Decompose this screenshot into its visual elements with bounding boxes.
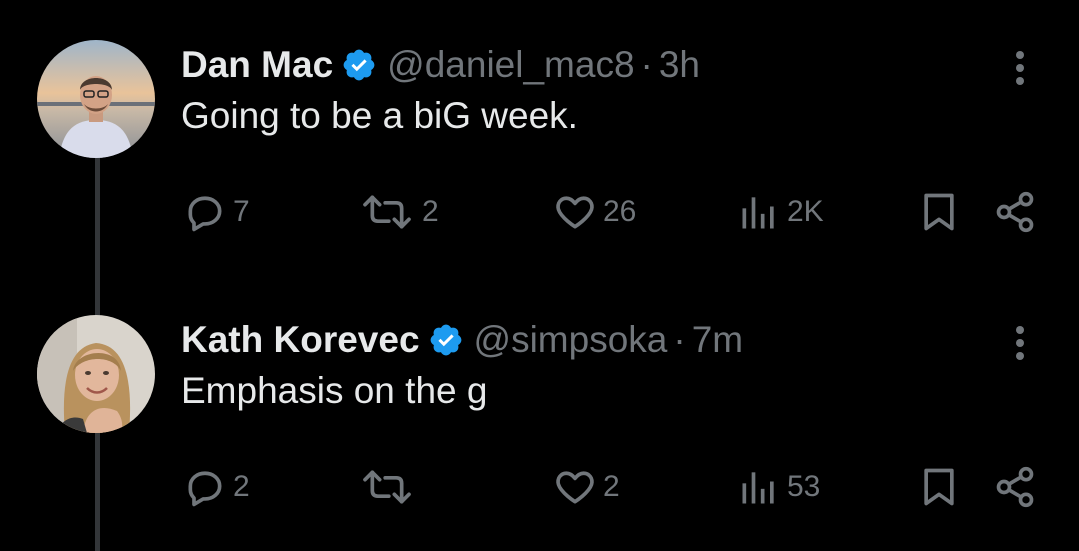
reply-icon <box>183 190 227 234</box>
verified-badge-icon <box>341 47 377 83</box>
views-icon <box>737 465 781 509</box>
like-count: 2 <box>603 470 620 503</box>
timestamp[interactable]: 7m <box>692 319 743 361</box>
bookmark-icon <box>917 465 961 509</box>
share-icon <box>993 190 1037 234</box>
repost-icon <box>358 465 416 509</box>
verified-badge-icon <box>428 322 464 358</box>
reply-count: 7 <box>233 195 250 228</box>
tweet-header: Dan Mac @daniel_mac8 · 3h <box>181 40 700 90</box>
bookmark-icon <box>917 190 961 234</box>
like-count: 26 <box>603 195 637 228</box>
action-bar: 7 2 26 2K <box>0 190 1079 240</box>
avatar[interactable] <box>37 40 155 158</box>
repost-button[interactable] <box>358 465 422 509</box>
reply-icon <box>183 465 227 509</box>
author-name[interactable]: Kath Korevec <box>181 319 420 361</box>
views-icon <box>737 190 781 234</box>
share-button[interactable] <box>993 190 1037 234</box>
views-button[interactable]: 2K <box>737 190 824 234</box>
separator-dot: · <box>673 319 686 360</box>
more-vertical-icon[interactable] <box>1008 48 1032 88</box>
like-icon <box>553 190 597 234</box>
reply-button[interactable]: 2 <box>183 465 250 509</box>
action-bar: 2 2 53 <box>0 465 1079 515</box>
view-count: 2K <box>787 195 824 228</box>
tweet-text: Emphasis on the g <box>181 370 488 411</box>
author-handle[interactable]: @simpsoka <box>474 319 668 361</box>
tweet-header: Kath Korevec @simpsoka · 7m <box>181 315 743 365</box>
repost-count: 2 <box>422 195 439 228</box>
avatar[interactable] <box>37 315 155 433</box>
repost-icon <box>358 190 416 234</box>
timestamp[interactable]: 3h <box>659 44 700 86</box>
bookmark-button[interactable] <box>917 465 961 509</box>
repost-button[interactable]: 2 <box>358 190 439 234</box>
reply-button[interactable]: 7 <box>183 190 250 234</box>
like-icon <box>553 465 597 509</box>
reply-count: 2 <box>233 470 250 503</box>
like-button[interactable]: 2 <box>553 465 620 509</box>
view-count: 53 <box>787 470 821 503</box>
author-handle[interactable]: @daniel_mac8 <box>387 44 634 86</box>
like-button[interactable]: 26 <box>553 190 636 234</box>
more-vertical-icon[interactable] <box>1008 323 1032 363</box>
share-icon <box>993 465 1037 509</box>
views-button[interactable]: 53 <box>737 465 820 509</box>
tweet-text: Going to be a biG week. <box>181 95 578 136</box>
author-name[interactable]: Dan Mac <box>181 44 333 86</box>
share-button[interactable] <box>993 465 1037 509</box>
separator-dot: · <box>640 44 653 85</box>
bookmark-button[interactable] <box>917 190 961 234</box>
